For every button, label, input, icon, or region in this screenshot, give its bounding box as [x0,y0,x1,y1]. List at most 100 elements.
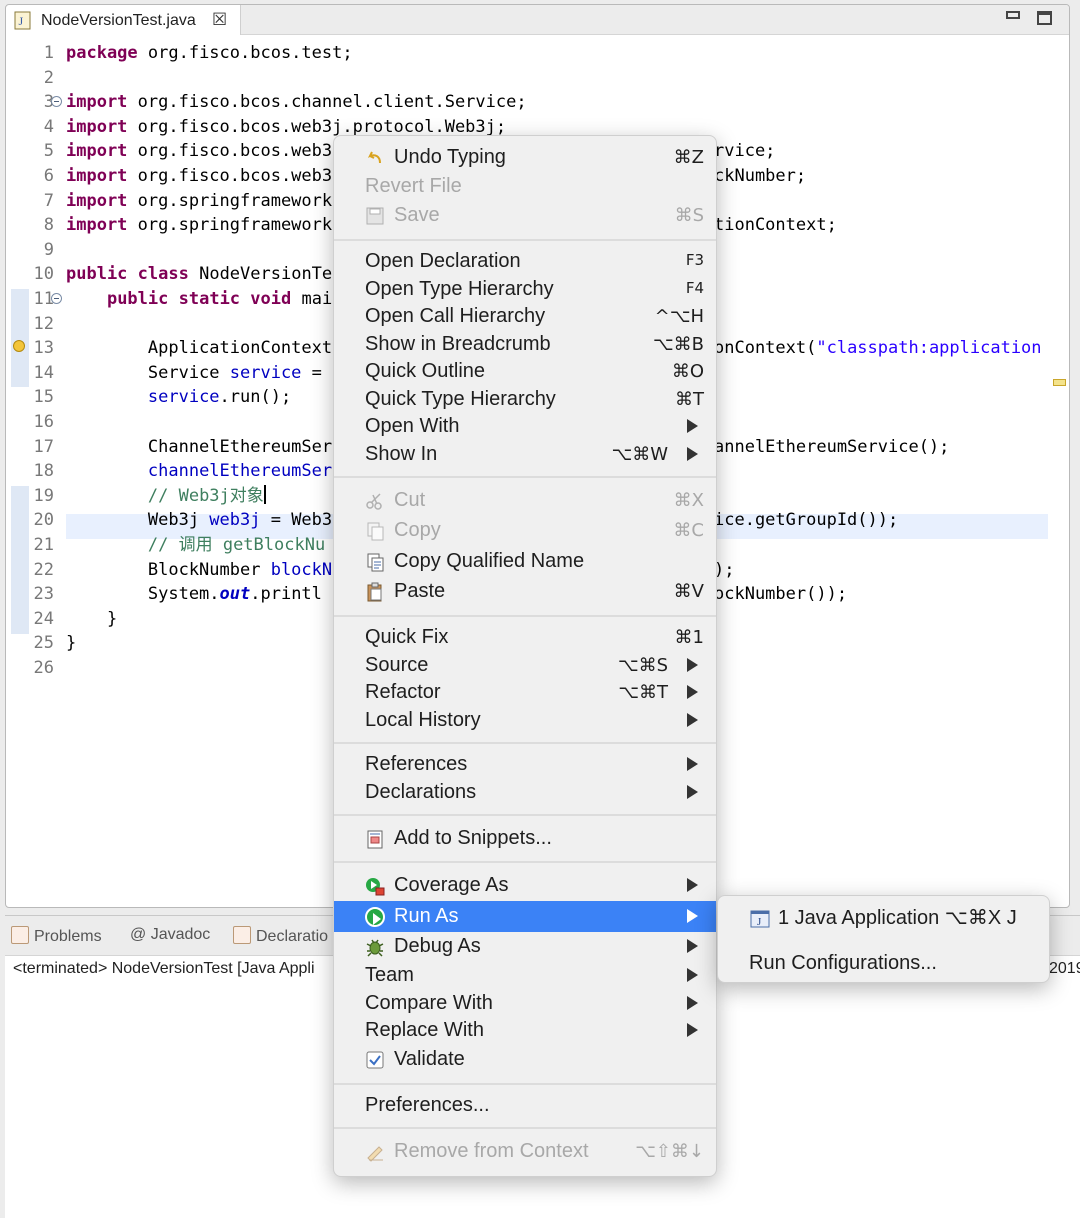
save-icon [366,207,384,225]
menu-item-paste[interactable]: Paste ⌘V [334,576,716,608]
menu-item-label: Save [394,204,440,227]
svg-text:J: J [19,14,24,28]
code-token: mai [291,289,333,309]
menu-item-show-in-breadcrumb[interactable]: Show in Breadcrumb ⌥⌘B [334,330,716,359]
menu-item-shortcut: ⌘V [673,581,704,603]
code-fragment: tionContext; [714,213,837,237]
code-token: tionContext; [714,215,837,236]
menu-item-open-declaration[interactable]: Open Declaration F3 [334,248,716,277]
menu-item-source[interactable]: Source ⌥⌘S [334,651,716,680]
code-token: ApplicationContext [66,338,333,359]
menu-item-replace-with[interactable]: Replace With [334,1017,716,1046]
line-code: import org.springframework [66,213,332,237]
line-code: System.out.printl [66,582,322,606]
menu-separator [334,1127,716,1129]
menu-item-validate[interactable]: Validate [334,1044,716,1076]
code-token: annelEthereumService(); [714,436,950,457]
menu-item-open-type-hierarchy[interactable]: Open Type Hierarchy F4 [334,275,716,304]
menu-item-shortcut: ⌘X [673,489,704,511]
menu-item-show-in[interactable]: Show In ⌥⌘W [334,440,716,469]
submenu-arrow-icon [687,878,698,893]
menu-item-quick-type-hierarchy[interactable]: Quick Type Hierarchy ⌘T [334,385,716,414]
menu-item-undo-typing[interactable]: Undo Typing ⌘Z [334,142,716,174]
line-number: 10 [33,264,54,285]
tab-javadoc-label: @ Javadoc [130,926,211,943]
close-icon[interactable]: ☒ [212,10,227,30]
menu-item-open-call-hierarchy[interactable]: Open Call Hierarchy ^⌥H [334,303,716,332]
line-number: 7 [43,190,54,211]
menu-item-label: Paste [394,580,446,603]
menu-item-quick-fix[interactable]: Quick Fix ⌘1 [334,624,716,653]
submenu-arrow-icon [687,757,698,772]
tab-declaration[interactable]: Declaratio [233,926,328,946]
menu-separator [334,1082,716,1085]
menu-item-compare-with[interactable]: Compare With [334,989,716,1018]
line-number: 1 [43,43,54,63]
menu-item-quick-outline[interactable]: Quick Outline ⌘O [334,358,716,387]
menu-item-shortcut: ⌘O [671,361,704,383]
menu-item-add-to-snippets[interactable]: Add to Snippets... [334,823,716,855]
menu-item-label: Copy [394,519,441,542]
maximize-icon[interactable] [1037,11,1052,25]
code-token: = Web3 [260,510,333,531]
code-token: ice.getGroupId()); [714,510,899,531]
code-token: org.springframework [127,215,333,236]
line-code: ApplicationContext [66,336,332,360]
menu-item-refactor[interactable]: Refactor ⌥⌘T [334,679,716,708]
line-number: 14 [33,362,54,383]
editor-tab[interactable]: J NodeVersionTest.java ☒ [6,5,241,35]
tab-declaration-label: Declaratio [256,928,329,945]
fold-toggle-icon[interactable] [51,293,62,304]
menu-item-copy-qualified-name[interactable]: Copy Qualified Name [334,546,716,578]
menu-item-java-application[interactable]: J 1 Java Application ⌥⌘X J [718,903,1049,931]
code-token: class [137,264,189,285]
code-token: service [147,387,220,408]
code-token: BlockNumber [66,559,271,580]
code-fragment: rvice; [714,139,775,163]
tab-problems[interactable]: Problems [11,926,102,946]
menu-item-label: Quick Fix [365,626,449,649]
menu-item-run-as[interactable]: Run As [334,900,716,932]
code-token: "classpath:application [816,338,1042,359]
code-token: blockN [270,559,333,580]
minimize-icon[interactable] [1006,11,1020,19]
line-code: import org.springframework [66,189,332,213]
menu-item-run-configurations[interactable]: Run Configurations... [718,950,1049,978]
code-token: org.fisco.bcos.channel.client.Service; [127,92,527,113]
menu-item-label: Open Type Hierarchy [365,277,554,300]
submenu-arrow-icon [687,908,698,923]
submenu-arrow-icon [687,657,698,672]
menu-item-label: Open Declaration [365,250,521,273]
menu-item-declarations[interactable]: Declarations [334,778,716,807]
menu-item-shortcut: ⌘S [674,205,704,227]
menu-item-copy: Copy ⌘C [334,515,716,547]
line-code: import org.fisco.bcos.web3 [66,139,332,163]
menu-item-references[interactable]: References [334,751,716,780]
line-code: // 调用 getBlockNu [66,533,325,557]
menu-item-local-history[interactable]: Local History [334,706,716,735]
menu-item-label: Declarations [365,780,477,803]
menu-item-open-with[interactable]: Open With [334,413,716,442]
code-token: ockNumber()); [714,584,848,605]
tab-javadoc[interactable]: @ Javadoc [130,926,210,944]
menu-item-preferences[interactable]: Preferences... [334,1092,716,1121]
menu-item-label: Refactor [365,681,441,704]
fold-toggle-icon[interactable] [51,96,62,108]
line-code: } [66,631,76,655]
cut-icon [366,493,382,510]
submenu-arrow-icon [687,446,698,461]
menu-item-debug-as[interactable]: Debug As [334,931,716,963]
code-line: 2 [6,66,1069,90]
menu-item-team[interactable]: Team [334,962,716,991]
code-token: org.fisco.bcos.web3j.protocol.Web3j; [127,116,507,137]
code-token: import [66,116,128,137]
editor-tab-bar: J NodeVersionTest.java ☒ [6,5,1069,35]
code-token: import [66,141,128,162]
console-output-tail: 2019 [1049,960,1080,977]
line-number: 12 [33,313,54,334]
menu-item-coverage-as[interactable]: Coverage As [334,870,716,902]
